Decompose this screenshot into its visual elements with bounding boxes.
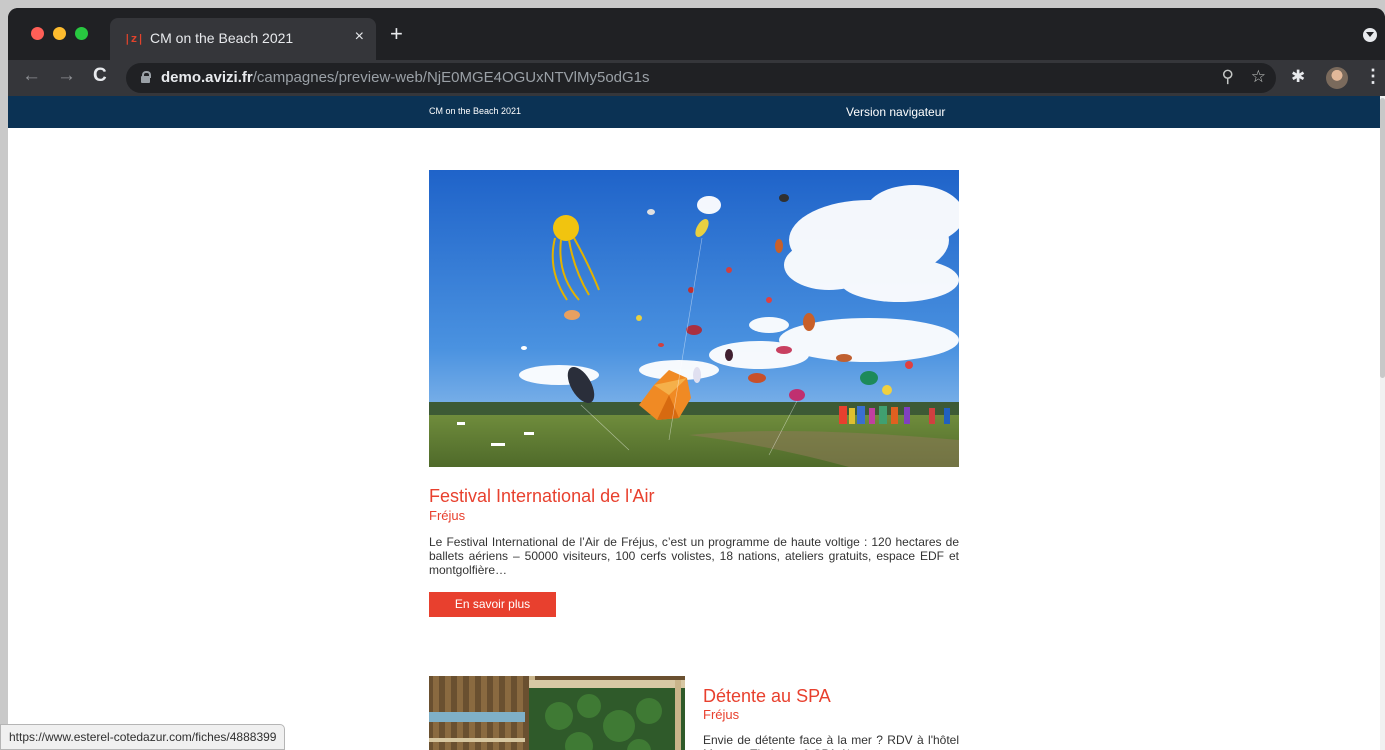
link-status-bubble: https://www.esterel-cotedazur.com/fiches… xyxy=(0,724,286,750)
minimize-window-button[interactable] xyxy=(53,27,66,40)
browser-menu-icon[interactable]: ⋮ xyxy=(1364,66,1382,87)
address-bar[interactable]: demo.avizi.fr/campagnes/preview-web/NjE0… xyxy=(126,63,1276,93)
spa-image[interactable] xyxy=(429,676,685,750)
url-text[interactable]: demo.avizi.fr/campagnes/preview-web/NjE0… xyxy=(161,69,650,86)
article-1-location: Fréjus xyxy=(429,508,466,523)
article-2-location: Fréjus xyxy=(703,707,740,722)
scrollbar-thumb[interactable] xyxy=(1380,98,1385,378)
extensions-icon[interactable]: ✱ xyxy=(1291,67,1305,87)
zoom-icon[interactable]: ⚲ xyxy=(1222,67,1234,87)
tab-strip: |z| CM on the Beach 2021 × + xyxy=(8,8,1385,60)
article-1-title[interactable]: Festival International de l'Air xyxy=(429,486,655,507)
spa-photo xyxy=(429,676,685,750)
learn-more-button[interactable]: En savoir plus xyxy=(429,592,556,617)
back-button[interactable]: ← xyxy=(22,65,41,87)
page-scrollbar[interactable] xyxy=(1380,96,1385,750)
tab-active[interactable]: |z| CM on the Beach 2021 × xyxy=(110,18,376,60)
close-window-button[interactable] xyxy=(31,27,44,40)
email-header-bar: CM on the Beach 2021 Version navigateur xyxy=(8,96,1380,128)
maximize-window-button[interactable] xyxy=(75,27,88,40)
page-viewport: CM on the Beach 2021 Version navigateur xyxy=(8,96,1380,750)
bookmark-star-icon[interactable]: ☆ xyxy=(1251,67,1266,87)
url-host: demo.avizi.fr xyxy=(161,69,253,86)
tab-close-icon[interactable]: × xyxy=(355,28,364,46)
url-path: /campagnes/preview-web/NjE0MGE4OGUxNTVlM… xyxy=(252,69,650,86)
new-tab-button[interactable]: + xyxy=(390,23,403,45)
browser-toolbar: ← → C demo.avizi.fr/campagnes/preview-we… xyxy=(8,60,1385,96)
newsletter-title: CM on the Beach 2021 xyxy=(429,106,522,116)
tab-title: CM on the Beach 2021 xyxy=(150,30,294,46)
article-2-title[interactable]: Détente au SPA xyxy=(703,686,831,707)
lock-icon[interactable] xyxy=(141,71,151,83)
tab-search-icon[interactable] xyxy=(1363,28,1377,42)
forward-button[interactable]: → xyxy=(57,65,76,87)
favicon-icon: |z| xyxy=(124,32,144,45)
festival-hero-image[interactable] xyxy=(429,170,959,467)
browser-window: |z| CM on the Beach 2021 × + ← → C demo.… xyxy=(8,8,1385,750)
article-1-text: Le Festival International de l’Air de Fr… xyxy=(429,535,959,577)
article-2-text: Envie de détente face à la mer ? RDV à l… xyxy=(703,733,959,750)
reload-button[interactable]: C xyxy=(93,65,107,87)
profile-avatar[interactable] xyxy=(1326,67,1348,89)
browser-version-link[interactable]: Version navigateur xyxy=(846,105,945,119)
kites-photo xyxy=(429,170,959,467)
